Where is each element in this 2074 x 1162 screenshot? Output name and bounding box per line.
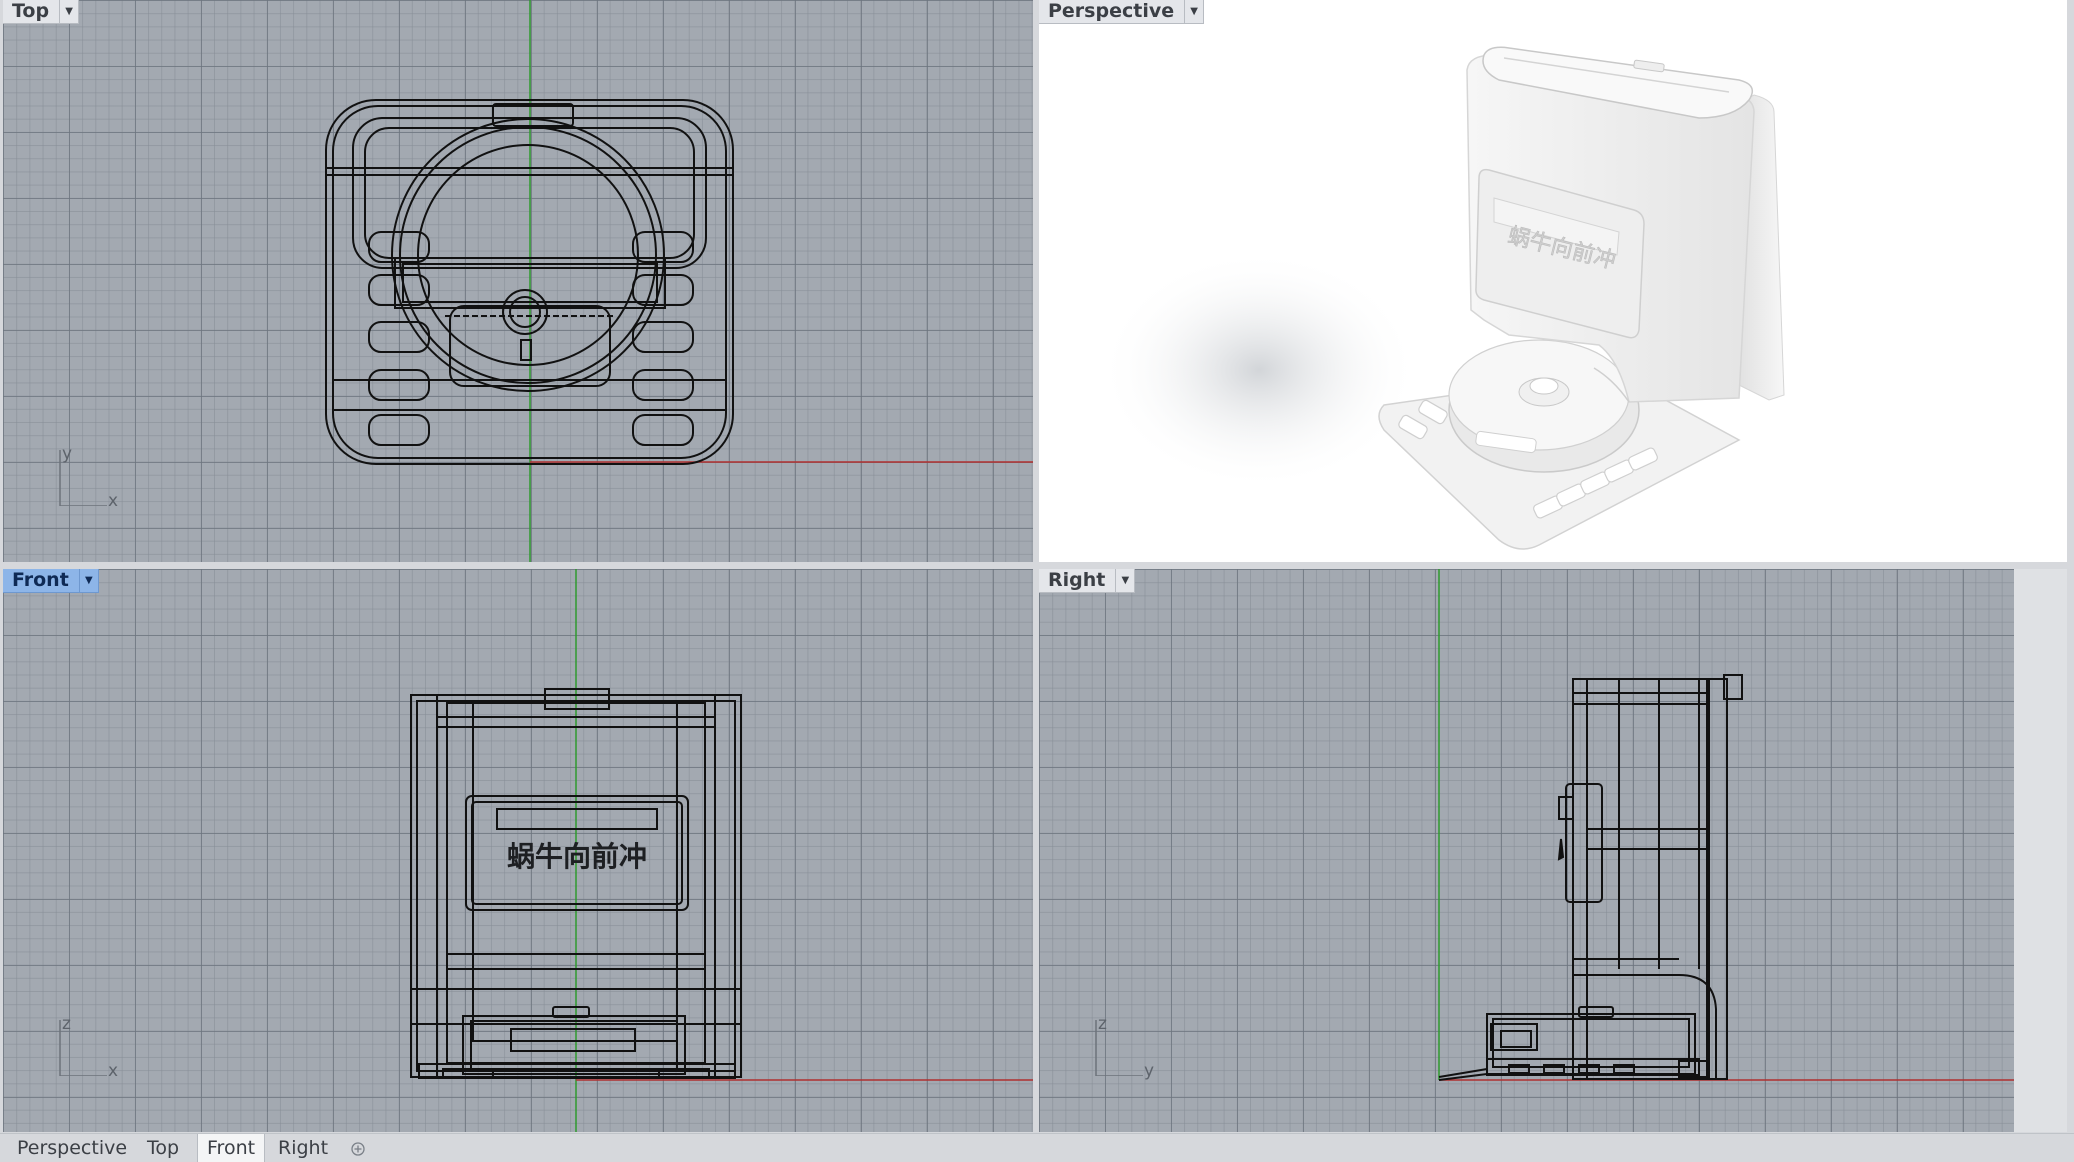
viewport-label-top[interactable]: Top ▼ (3, 0, 80, 24)
viewport-title-front: Front (12, 569, 69, 591)
axis-label-a: z (1098, 1014, 1107, 1034)
viewport-front[interactable]: Front ▼ 蜗牛向前冲 z x (3, 569, 1033, 1132)
axis-label-a: z (62, 1014, 71, 1034)
axis-label-b: x (108, 491, 119, 511)
right-view-wireframe (1438, 569, 2067, 1132)
triangle-down-icon[interactable]: ▼ (1115, 569, 1134, 592)
axis-label-a: y (62, 444, 73, 464)
plus-circle-icon[interactable] (351, 1142, 365, 1156)
triangle-down-icon[interactable]: ▼ (78, 569, 98, 592)
triangle-down-icon[interactable]: ▼ (59, 0, 78, 23)
emboss-text-front: 蜗牛向前冲 (507, 840, 647, 873)
perspective-render: 蜗牛向前冲 (1099, 46, 1785, 550)
viewport-label-front[interactable]: Front ▼ (3, 569, 99, 593)
triangle-down-icon[interactable]: ▼ (1184, 0, 1203, 23)
viewport-tab-bar: Perspective Top Front Right (0, 1133, 2074, 1162)
tab-top[interactable]: Top (138, 1134, 188, 1162)
viewport-title-perspective: Perspective (1048, 0, 1175, 22)
viewport-title-top: Top (12, 0, 50, 22)
viewport-right-margin (2014, 569, 2067, 1132)
top-view-wireframe (325, 0, 1033, 562)
tab-perspective[interactable]: Perspective (8, 1134, 136, 1162)
viewport-right[interactable]: Right ▼ z y (1039, 569, 2067, 1132)
viewport-perspective[interactable]: Perspective ▼ 蜗牛向前冲 (1039, 0, 2067, 562)
viewport-title-right: Right (1048, 569, 1106, 591)
viewport-top[interactable]: Top ▼ y x (3, 0, 1033, 562)
axis-label-b: y (1144, 1061, 1155, 1081)
viewport-label-right[interactable]: Right ▼ (1039, 569, 1136, 593)
right-wire-group (1438, 674, 1743, 1081)
axis-label-b: x (108, 1061, 119, 1081)
viewport-label-perspective[interactable]: Perspective ▼ (1039, 0, 1205, 24)
tab-right[interactable]: Right (269, 1134, 337, 1162)
rhino-workspace: Top ▼ y x Perspective ▼ 蜗牛向前冲 Front ▼ 蜗牛… (0, 0, 2074, 1162)
tab-front[interactable]: Front (197, 1134, 266, 1162)
front-view-wireframe: 蜗牛向前冲 (410, 569, 1033, 1132)
